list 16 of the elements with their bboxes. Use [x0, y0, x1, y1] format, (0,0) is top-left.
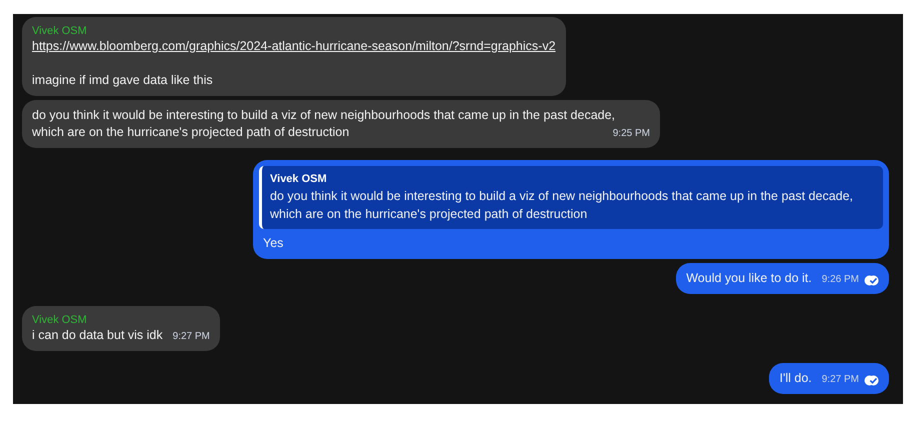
read-receipt-icon — [864, 274, 879, 286]
sender-name: Vivek OSM — [32, 313, 88, 327]
message-time: 9:27 PM — [172, 330, 210, 344]
quoted-text: do you think it would be interesting to build a viz of new neighbourhoods that came up in the past decade, which are on the hurricane's projected path of destruction — [270, 188, 854, 223]
message-time: 9:26 PM — [822, 273, 859, 287]
message-link[interactable]: https://www.bloomberg.com/graphics/2024-atlantic-hurricane-season/milton/?srnd=graphics-v2 — [32, 38, 556, 55]
message-text: imagine if imd gave data like this — [32, 73, 213, 87]
message-time: 9:25 PM — [612, 127, 650, 141]
message-text: Would you like to do it. — [686, 271, 812, 285]
quoted-sender: Vivek OSM — [270, 172, 328, 187]
message-time: 9:27 PM — [822, 373, 859, 387]
read-receipt-icon — [864, 374, 879, 386]
message-text: I'll do. — [779, 371, 812, 385]
sender-name: Vivek OSM — [32, 24, 88, 38]
message-text: i can do data but vis idk — [32, 328, 163, 342]
message-text: Yes — [263, 236, 284, 250]
